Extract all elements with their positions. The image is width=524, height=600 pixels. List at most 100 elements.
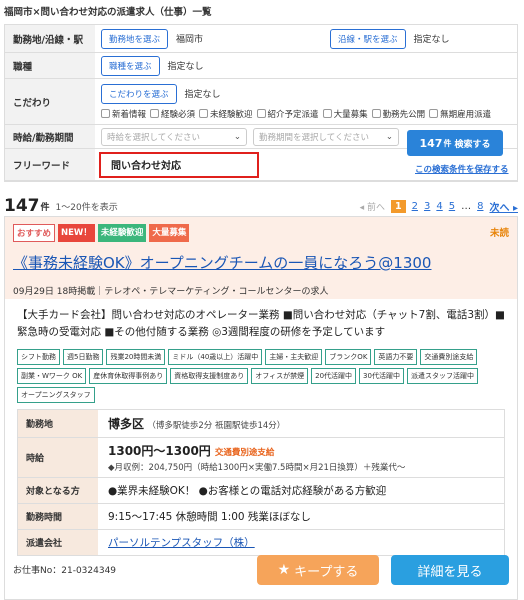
hours-value: 9:15〜17:45 休憩時間 1:00 残業ほぼなし	[108, 511, 311, 523]
job-tag: 30代活躍中	[359, 368, 404, 384]
freeword-input[interactable]: 問い合わせ対応	[99, 151, 259, 178]
page-link[interactable]: 3	[424, 201, 430, 212]
chevron-down-icon: ⌄	[233, 131, 241, 142]
choose-line-button[interactable]: 沿線・駅を選ぶ	[330, 28, 406, 49]
line-value: 指定なし	[413, 35, 450, 45]
last-page-link[interactable]: 8	[477, 201, 483, 212]
unread-label: 未読	[489, 228, 509, 239]
job-title-link[interactable]: 《事務未経験OK》オープニングチームの一員になろう@1300	[13, 252, 509, 273]
result-range: 1〜20件を表示	[55, 202, 118, 213]
area-label: 勤務地/沿線・駅	[5, 25, 95, 52]
job-tag: ミドル（40歳以上）活躍中	[168, 349, 263, 365]
form-row-area: 勤務地/沿線・駅 勤務地を選ぶ 福岡市 沿線・駅を選ぶ 指定なし	[5, 25, 517, 53]
checkbox-inexperienced[interactable]: 未経験歓迎	[199, 108, 253, 120]
choose-kodawari-button[interactable]: こだわりを選ぶ	[101, 83, 177, 104]
form-row-kodawari: こだわり こだわりを選ぶ 指定なし 新着情報 経験必須 未経験歓迎 紹介予定派遣…	[5, 79, 517, 125]
job-tag: 残業20時間未満	[106, 349, 166, 365]
job-tag: 副業・Wワーク OK	[17, 368, 87, 384]
page-link[interactable]: 4	[436, 201, 442, 212]
checkbox-box[interactable]	[101, 109, 110, 118]
job-tag: 20代活躍中	[311, 368, 357, 384]
wage-select[interactable]: 時給を選択してください ⌄	[101, 127, 247, 146]
job-details-table: 勤務地 博多区 （博多駅徒歩2分 祇園駅徒歩14分） 時給 1300円〜1300…	[17, 409, 505, 556]
location-sub: （博多駅徒歩2分 祇園駅徒歩14分）	[147, 421, 286, 431]
checkbox-box[interactable]	[150, 109, 160, 118]
job-description: 【大手カード会社】問い合わせ対応のオペレーター業務 ■問い合わせ対応（チャット7…	[17, 309, 505, 338]
target-label: 対象となる方	[18, 478, 98, 503]
wage-example: ◆月収例：204,750円（時給1300円×実働7.5時間×月21日換算）＋残業…	[108, 463, 406, 473]
pagination: ◂ 前へ 1 2 3 4 5 … 8 次へ ▸	[360, 199, 518, 214]
period-label: 時給/勤務期間	[5, 125, 95, 148]
checkbox-box[interactable]	[199, 109, 209, 118]
page-link[interactable]: 2	[412, 201, 418, 212]
badge-new: NEW！	[58, 224, 95, 242]
page-link[interactable]: 5	[449, 201, 455, 212]
job-tag: シフト勤務	[17, 349, 60, 365]
search-form: 勤務地/沿線・駅 勤務地を選ぶ 福岡市 沿線・駅を選ぶ 指定なし 職種 職種を選…	[4, 24, 518, 182]
hours-label: 勤務時間	[18, 504, 98, 529]
job-tag: ブランクOK	[325, 349, 372, 365]
checkbox-public-workplace[interactable]: 勤務先公開	[371, 108, 425, 120]
badge-mass-hiring: 大量募集	[149, 224, 190, 242]
detail-row-hours: 勤務時間 9:15〜17:45 休憩時間 1:00 残業ほぼなし	[18, 504, 504, 530]
checkbox-indefinite[interactable]: 無期雇用派遣	[429, 108, 491, 120]
checkbox-new[interactable]: 新着情報	[101, 108, 146, 120]
kodawari-checkboxes: 新着情報 経験必須 未経験歓迎 紹介予定派遣 大量募集 勤務先公開 無期雇用派遣	[101, 108, 491, 120]
job-tag: 週5日勤務	[63, 349, 104, 365]
location-value: 博多区	[108, 417, 145, 431]
freeword-label: フリーワード	[5, 149, 95, 180]
period-select[interactable]: 勤務期間を選択してください ⌄	[253, 127, 399, 146]
job-tag: 交通費別途支給	[420, 349, 478, 365]
result-count-unit: 件	[40, 202, 50, 213]
job-tag: 英語力不要	[374, 349, 418, 365]
job-card: おすすめ NEW！ 未経験歓迎 大量募集 未読 《事務未経験OK》オープニングチ…	[4, 216, 518, 600]
checkbox-box[interactable]	[371, 109, 381, 118]
detail-row-location: 勤務地 博多区 （博多駅徒歩2分 祇園駅徒歩14分）	[18, 410, 504, 438]
checkbox-mass-hiring[interactable]: 大量募集	[322, 108, 368, 120]
job-tag: 主婦・主夫歓迎	[265, 349, 323, 365]
detail-row-target: 対象となる方 ●業界未経験OK！ ●お客様との電話対応経験がある方歓迎	[18, 478, 504, 504]
view-details-button[interactable]: 詳細を見る	[391, 555, 509, 585]
kodawari-label: こだわり	[5, 79, 95, 124]
prev-page-link[interactable]: ◂ 前へ	[360, 200, 385, 213]
page-title: 福岡市×問い合わせ対応の派遣求人（仕事）一覧	[4, 7, 212, 18]
checkbox-box[interactable]	[322, 109, 332, 118]
location-label: 勤務地	[18, 410, 98, 437]
wage-label: 時給	[18, 438, 98, 477]
choose-jobtype-button[interactable]: 職種を選ぶ	[101, 55, 160, 76]
badge-recommended: おすすめ	[13, 224, 56, 242]
kodawari-value: 指定なし	[184, 90, 221, 100]
wage-note: 交通費別途支給	[214, 448, 275, 458]
current-page: 1	[390, 199, 406, 213]
chevron-down-icon: ⌄	[385, 131, 393, 142]
keep-button[interactable]: ★ キープする	[257, 555, 379, 585]
company-link[interactable]: パーソルテンプスタッフ（株）	[108, 537, 255, 549]
wage-value: 1300円〜1300円	[108, 444, 211, 458]
job-posted: 09月29日 18時掲載｜テレオペ・テレマーケティング・コールセンターの求人	[13, 287, 329, 297]
job-badges: おすすめ NEW！ 未経験歓迎 大量募集	[13, 224, 509, 242]
job-tag: 産休育休取得事例あり	[89, 368, 168, 384]
save-search-link[interactable]: この検索条件を保存する	[415, 163, 509, 175]
job-tags: シフト勤務 週5日勤務 残業20時間未満 ミドル（40歳以上）活躍中 主婦・主夫…	[17, 349, 505, 403]
job-tag: オフィスが禁煙	[251, 368, 309, 384]
search-button[interactable]: 147 件検索する	[407, 130, 503, 156]
job-tag: 派遣スタッフ活躍中	[406, 368, 478, 384]
job-tag: 資格取得支援制度あり	[170, 368, 249, 384]
job-card-footer: お仕事No：21-0324349 ★ キープする 詳細を見る	[5, 551, 517, 587]
checkbox-experience[interactable]: 経験必須	[150, 108, 195, 120]
job-card-header: おすすめ NEW！ 未経験歓迎 大量募集 未読 《事務未経験OK》オープニングチ…	[5, 217, 517, 299]
checkbox-introduction[interactable]: 紹介予定派遣	[256, 108, 319, 120]
job-tag: オープニングスタッフ	[17, 387, 95, 403]
page-ellipsis: …	[461, 200, 472, 212]
job-number: お仕事No：21-0324349	[13, 565, 117, 576]
jobtype-value: 指定なし	[167, 62, 204, 72]
next-page-link[interactable]: 次へ ▸	[489, 199, 518, 214]
location-value: 福岡市	[176, 35, 204, 45]
results-header: 147 件 1〜20件を表示 ◂ 前へ 1 2 3 4 5 … 8 次へ ▸	[4, 196, 518, 216]
detail-row-wage: 時給 1300円〜1300円 交通費別途支給 ◆月収例：204,750円（時給13…	[18, 438, 504, 478]
choose-location-button[interactable]: 勤務地を選ぶ	[101, 28, 169, 49]
star-icon: ★	[277, 562, 291, 578]
checkbox-box[interactable]	[256, 109, 266, 118]
checkbox-box[interactable]	[429, 109, 439, 118]
form-row-jobtype: 職種 職種を選ぶ 指定なし	[5, 53, 517, 79]
